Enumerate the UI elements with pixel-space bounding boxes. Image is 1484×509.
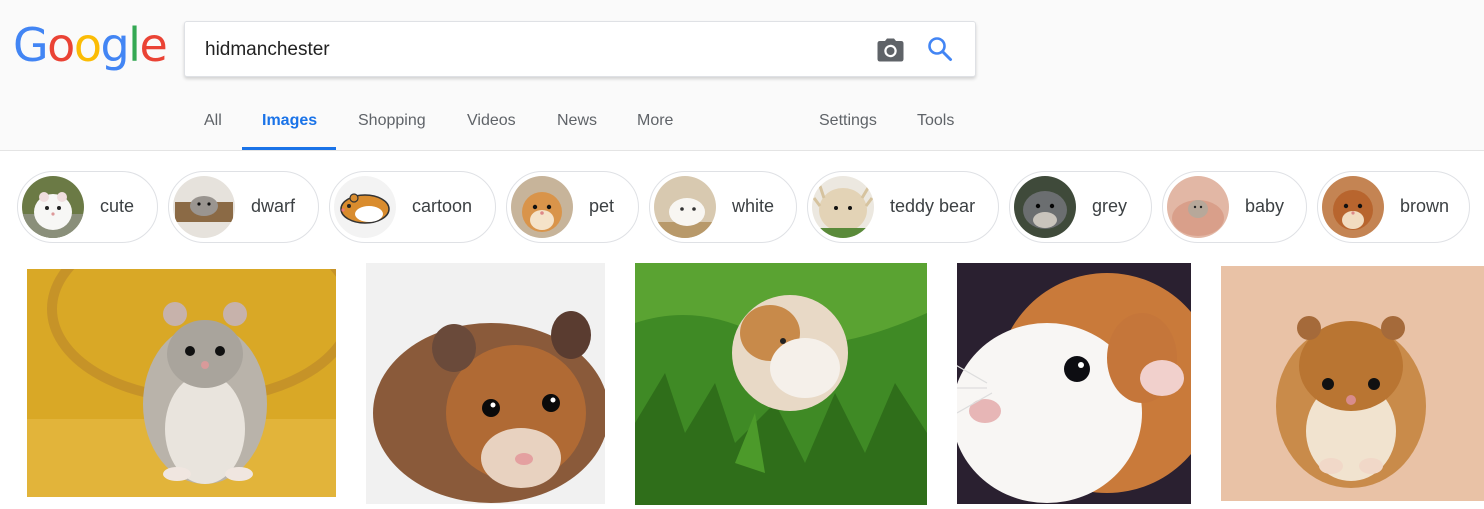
chip-label: pet xyxy=(589,196,615,216)
google-logo[interactable]: Google xyxy=(13,18,168,72)
tab-images[interactable]: Images xyxy=(241,112,337,151)
chip-dwarf[interactable]: dwarf xyxy=(168,171,319,243)
logo-letter: l xyxy=(128,18,141,72)
logo-letter: o xyxy=(47,18,75,72)
header-bar: Google All Images Shopping Videos News M… xyxy=(0,0,1484,151)
search-input[interactable] xyxy=(205,36,845,64)
chip-thumbnail xyxy=(1167,176,1229,238)
logo-letter: g xyxy=(100,18,129,72)
chip-white[interactable]: white xyxy=(649,171,797,243)
chip-thumbnail xyxy=(812,176,874,238)
chip-grey[interactable]: grey xyxy=(1009,171,1152,243)
image-results-grid xyxy=(0,262,1484,509)
chip-teddy-bear[interactable]: teddy bear xyxy=(807,171,999,243)
tab-videos[interactable]: Videos xyxy=(467,112,516,151)
chip-label: dwarf xyxy=(251,196,296,216)
chip-thumbnail xyxy=(22,176,84,238)
chip-label: cartoon xyxy=(412,196,473,216)
chip-thumbnail xyxy=(654,176,716,238)
chip-cartoon[interactable]: cartoon xyxy=(329,171,496,243)
chip-cute[interactable]: cute xyxy=(17,171,158,243)
tab-news[interactable]: News xyxy=(557,112,597,151)
result-image-guinea-pig[interactable] xyxy=(957,263,1191,504)
related-search-chips: cute dwarf cartoon pet white teddy bear xyxy=(0,171,1484,243)
chip-thumbnail xyxy=(1322,176,1384,238)
result-image-hamster-grass[interactable] xyxy=(635,263,927,505)
tab-tools[interactable]: Tools xyxy=(917,112,954,151)
tab-all[interactable]: All xyxy=(204,112,222,151)
result-image-grey-hamster[interactable] xyxy=(27,269,336,497)
chip-label: brown xyxy=(1400,196,1450,216)
search-box xyxy=(184,21,976,77)
chip-label: teddy bear xyxy=(890,196,976,216)
result-image-syrian-hamster[interactable] xyxy=(366,263,605,504)
logo-letter: e xyxy=(139,18,167,72)
chip-thumbnail xyxy=(511,176,573,238)
chip-thumbnail xyxy=(1014,176,1076,238)
result-image-orange-hamster[interactable] xyxy=(1221,266,1484,501)
logo-letter: G xyxy=(13,18,49,72)
tab-more[interactable]: More xyxy=(637,112,673,151)
chip-thumbnail xyxy=(334,176,396,238)
chip-pet[interactable]: pet xyxy=(506,171,639,243)
chip-label: cute xyxy=(100,196,135,216)
chip-thumbnail xyxy=(173,176,235,238)
chip-label: grey xyxy=(1092,196,1128,216)
logo-letter: o xyxy=(73,18,102,72)
tab-settings[interactable]: Settings xyxy=(819,112,877,151)
camera-icon[interactable] xyxy=(877,38,904,62)
chip-brown[interactable]: brown xyxy=(1317,171,1470,243)
tab-shopping[interactable]: Shopping xyxy=(358,112,426,151)
chip-label: white xyxy=(732,196,775,216)
chip-baby[interactable]: baby xyxy=(1162,171,1307,243)
search-icon[interactable] xyxy=(927,36,953,62)
chip-label: baby xyxy=(1245,196,1285,216)
search-tabs: All Images Shopping Videos News More Set… xyxy=(0,100,1000,151)
